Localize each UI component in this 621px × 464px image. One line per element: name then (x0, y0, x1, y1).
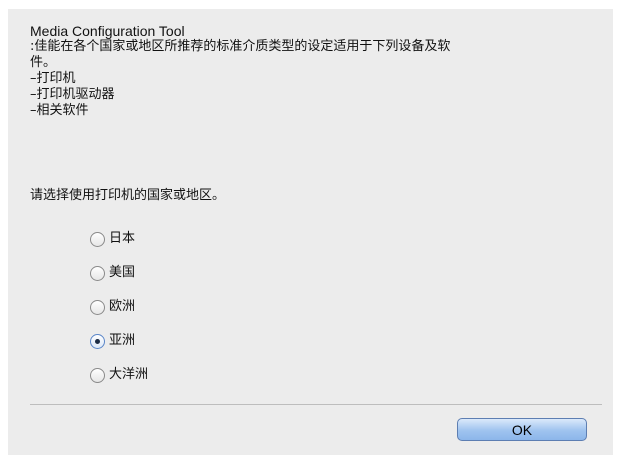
description-line: –打印机驱动器 (30, 87, 115, 102)
radio-label[interactable]: 欧洲 (109, 299, 135, 315)
ok-button[interactable]: OK (457, 418, 587, 441)
radio-oceania[interactable]: 大洋洲 (90, 366, 148, 384)
intro-text: Media Configuration Tool :佳能在各个国家或地区所推荐的… (30, 23, 605, 119)
divider (30, 404, 602, 405)
radio-button-icon[interactable] (90, 265, 105, 281)
description-line: –相关软件 (30, 103, 89, 118)
radio-label[interactable]: 亚洲 (109, 333, 135, 349)
region-prompt: 请选择使用打印机的国家或地区。 (30, 188, 226, 203)
dialog-title: Media Configuration Tool (30, 23, 185, 39)
radio-europe[interactable]: 欧洲 (90, 298, 148, 316)
radio-button-selected-icon[interactable] (90, 333, 105, 349)
description-line: :佳能在各个国家或地区所推荐的标准介质类型的设定适用于下列设备及软 (30, 39, 451, 54)
radio-button-icon[interactable] (90, 367, 105, 383)
radio-label[interactable]: 美国 (109, 265, 135, 281)
radio-button-icon[interactable] (90, 299, 105, 315)
description-line: 件。 (30, 55, 57, 70)
radio-button-icon[interactable] (90, 231, 105, 247)
media-config-dialog: Media Configuration Tool :佳能在各个国家或地区所推荐的… (8, 9, 613, 455)
radio-japan[interactable]: 日本 (90, 230, 148, 248)
radio-label[interactable]: 大洋洲 (109, 367, 148, 383)
radio-label[interactable]: 日本 (109, 231, 135, 247)
description-line: –打印机 (30, 71, 76, 86)
radio-usa[interactable]: 美国 (90, 264, 148, 282)
radio-asia[interactable]: 亚洲 (90, 332, 148, 350)
region-radio-group: 日本 美国 欧洲 亚洲 大洋洲 (90, 230, 148, 400)
